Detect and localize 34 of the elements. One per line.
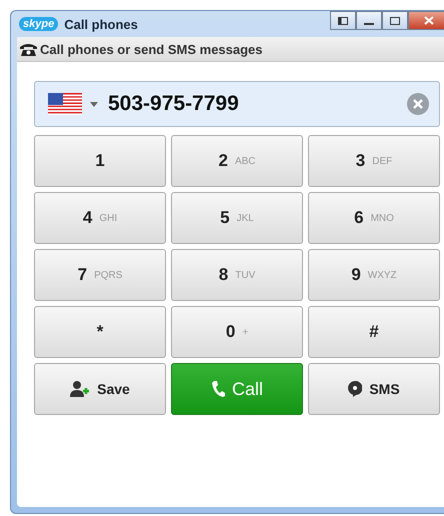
phone-number-field[interactable]: 503-975-7799 xyxy=(34,81,440,127)
dial-key[interactable]: 6 MNO xyxy=(308,192,440,244)
compact-view-icon xyxy=(338,16,348,24)
maximize-icon xyxy=(390,16,400,24)
telephone-icon xyxy=(20,42,37,56)
compact-view-button[interactable] xyxy=(330,11,356,30)
dial-key[interactable]: 7 PQRS xyxy=(34,249,166,301)
dial-key[interactable]: # xyxy=(308,306,440,358)
maximize-button[interactable] xyxy=(382,11,408,30)
dial-key[interactable]: * xyxy=(34,306,166,358)
save-button[interactable]: Save xyxy=(34,363,166,415)
sms-button[interactable]: SMS xyxy=(308,363,440,415)
dial-key[interactable]: 1 xyxy=(34,135,166,187)
close-icon xyxy=(424,16,434,25)
close-button[interactable] xyxy=(408,11,444,30)
header-text: Call phones or send SMS messages xyxy=(40,42,263,56)
minimize-icon xyxy=(364,22,374,24)
dial-key[interactable]: 4 GHI xyxy=(34,192,166,244)
dial-key[interactable]: 3 DEF xyxy=(308,135,440,187)
phone-icon xyxy=(210,380,225,398)
clear-icon[interactable] xyxy=(407,93,429,115)
dial-key[interactable]: 8 TUV xyxy=(171,249,303,301)
add-contact-icon xyxy=(70,381,90,397)
flag-icon[interactable] xyxy=(48,93,82,115)
chat-bubble-icon xyxy=(348,381,362,397)
minimize-button[interactable] xyxy=(356,11,382,30)
dial-key[interactable]: 2 ABC xyxy=(171,135,303,187)
dropdown-caret-icon[interactable] xyxy=(90,102,98,106)
dial-key[interactable]: 9 WXYZ xyxy=(308,249,440,301)
dial-key[interactable]: 5 JKL xyxy=(171,192,303,244)
window-title: Call phones xyxy=(64,16,138,32)
phone-number-input[interactable]: 503-975-7799 xyxy=(106,91,399,117)
app-logo: skype xyxy=(19,17,58,31)
dial-key[interactable]: 0 + xyxy=(171,306,303,358)
